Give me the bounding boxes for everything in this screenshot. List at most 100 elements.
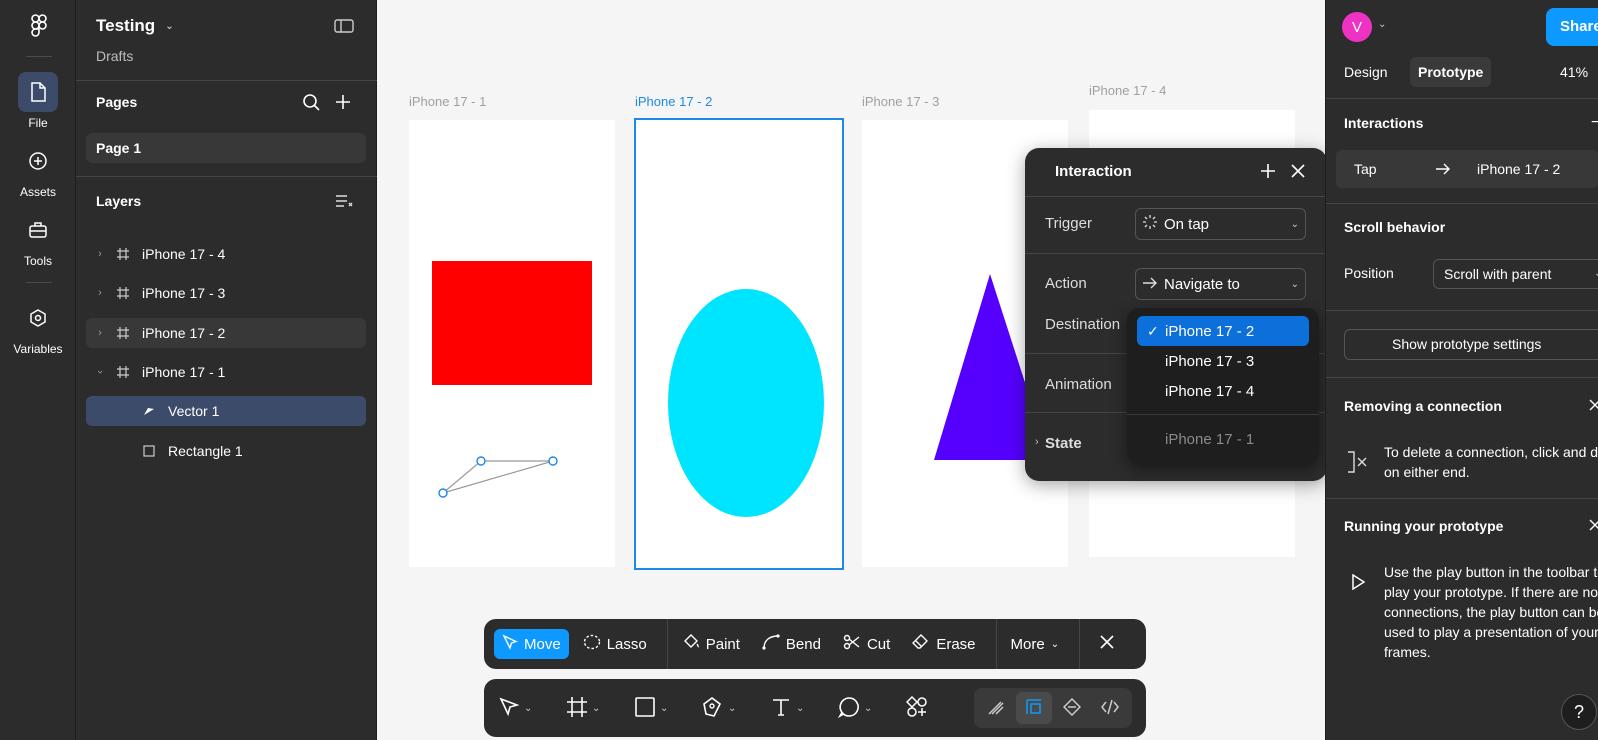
close-toolbar-button[interactable] [1092, 629, 1122, 659]
scroll-behavior-title: Scroll behavior [1344, 219, 1446, 235]
project-title[interactable]: Testing ⌄ [96, 16, 174, 36]
comment-tool[interactable]: ⌄ [837, 696, 906, 721]
close-icon[interactable] [1589, 398, 1598, 414]
add-interaction-icon[interactable]: − [1591, 114, 1598, 132]
figma-logo-icon[interactable] [28, 14, 50, 38]
frame-label[interactable]: iPhone 17 - 2 [635, 94, 712, 109]
pen-tool[interactable]: ⌄ [702, 696, 770, 721]
more-button[interactable]: More ⌄ [1003, 629, 1068, 659]
chevron-down-icon: ⌄ [1050, 638, 1060, 650]
chevron-right-icon[interactable]: › [90, 248, 110, 260]
add-interaction-icon[interactable] [1260, 163, 1276, 182]
text-icon [770, 696, 792, 721]
play-icon [1351, 573, 1366, 593]
rail-item-variables[interactable]: Variables [8, 298, 68, 356]
frame-label[interactable]: iPhone 17 - 1 [409, 94, 486, 109]
cut-button[interactable]: Cut [835, 629, 898, 659]
tab-prototype[interactable]: Prototype [1410, 57, 1492, 87]
page-item[interactable]: Page 1 [86, 133, 366, 163]
destination-option[interactable]: iPhone 17 - 3 [1137, 346, 1309, 376]
prototype-mode-button[interactable] [1054, 692, 1090, 724]
trigger-select[interactable]: On tap ⌄ [1135, 208, 1306, 240]
rail-item-label: Tools [23, 254, 52, 268]
zoom-level[interactable]: 41% [1552, 57, 1596, 87]
panel-divider [1326, 203, 1598, 204]
actions-tool[interactable] [905, 695, 974, 721]
layer-label: iPhone 17 - 4 [142, 246, 226, 262]
show-prototype-settings-button[interactable]: Show prototype settings [1344, 329, 1598, 360]
layer-item[interactable]: › iPhone 17 - 4 [86, 239, 366, 269]
chevron-down-icon[interactable]: ⌄ [728, 703, 736, 714]
rail-item-label: Variables [13, 342, 63, 356]
layer-item[interactable]: Vector 1 [86, 396, 366, 426]
position-select[interactable]: Scroll with parent ⌄ [1433, 259, 1598, 289]
frame-iphone-17-1[interactable] [409, 120, 615, 567]
text-tool[interactable]: ⌄ [770, 696, 838, 721]
comment-icon [837, 696, 860, 721]
action-select[interactable]: Navigate to ⌄ [1135, 268, 1306, 300]
paint-button[interactable]: Paint [674, 629, 748, 659]
red-rectangle[interactable] [432, 261, 592, 385]
vector-shape[interactable] [435, 431, 565, 501]
rail-divider [26, 282, 52, 283]
layers-title: Layers [96, 193, 142, 209]
dev-mode-button[interactable] [1092, 692, 1128, 724]
avatar[interactable]: V [1342, 12, 1372, 42]
layer-item[interactable]: › iPhone 17 - 1 [86, 357, 366, 387]
layer-item[interactable]: Rectangle 1 [86, 436, 366, 466]
search-pages-icon[interactable] [302, 93, 320, 114]
chevron-right-icon[interactable]: › [1035, 436, 1039, 448]
rail-item-tools[interactable]: Tools [8, 210, 68, 268]
chevron-down-icon[interactable]: ⌄ [592, 703, 600, 714]
erase-button[interactable]: Erase [904, 629, 983, 659]
lasso-button[interactable]: Lasso [575, 629, 655, 659]
frame-tool[interactable]: ⌄ [566, 696, 634, 721]
connection-row[interactable]: Tap iPhone 17 - 2 [1336, 150, 1598, 188]
move-button[interactable]: Move [494, 629, 569, 659]
removing-connection-title: Removing a connection [1344, 398, 1502, 414]
vector-edit-toolbar: Move Lasso Paint Bend Cut Erase More ⌄ [484, 619, 1146, 669]
help-button[interactable]: ? [1561, 694, 1597, 730]
cyan-ellipse[interactable] [668, 289, 824, 517]
destination-option[interactable]: iPhone 17 - 4 [1137, 376, 1309, 406]
design-mode-button[interactable] [1016, 692, 1052, 724]
design-mode-icon [1025, 698, 1043, 719]
chevron-right-icon[interactable]: › [90, 287, 110, 299]
action-label: Action [1045, 275, 1087, 292]
chevron-down-icon[interactable]: ⌄ [864, 703, 872, 714]
frame-label[interactable]: iPhone 17 - 4 [1089, 83, 1166, 98]
bend-button[interactable]: Bend [754, 629, 829, 659]
panel-divider [1326, 98, 1598, 99]
layers-options-icon[interactable] [335, 194, 353, 211]
chevron-down-icon[interactable]: ⌄ [660, 703, 668, 714]
destination-option[interactable]: ✓ iPhone 17 - 2 [1137, 316, 1309, 346]
chevron-down-icon: ⌄ [1594, 260, 1598, 288]
rail-item-assets[interactable]: Assets [8, 141, 68, 199]
chevron-down-icon[interactable]: ⌄ [796, 703, 804, 714]
share-button[interactable]: Share [1546, 8, 1598, 46]
chevron-right-icon[interactable]: › [90, 327, 110, 339]
shape-tool[interactable]: ⌄ [634, 696, 702, 721]
connection-trigger: Tap [1354, 161, 1377, 177]
frame-label[interactable]: iPhone 17 - 3 [862, 94, 939, 109]
layer-item[interactable]: › iPhone 17 - 3 [86, 278, 366, 308]
tab-design[interactable]: Design [1336, 57, 1396, 87]
move-tool[interactable]: ⌄ [498, 696, 566, 721]
chevron-down-icon[interactable]: › [94, 362, 106, 382]
draw-mode-button[interactable] [978, 692, 1014, 724]
arrow-right-icon [1142, 276, 1158, 293]
layer-item[interactable]: › iPhone 17 - 2 [86, 318, 366, 348]
rail-item-file[interactable]: File [8, 72, 68, 130]
frame-iphone-17-2[interactable] [634, 118, 844, 570]
state-label[interactable]: State [1045, 435, 1082, 452]
chevron-down-icon[interactable]: ⌄ [524, 703, 532, 714]
panel-divider [1326, 377, 1598, 378]
close-icon[interactable] [1589, 518, 1598, 534]
rectangle-icon [634, 696, 656, 721]
add-page-icon[interactable] [334, 93, 352, 114]
close-icon[interactable] [1290, 163, 1306, 182]
sidebar-toggle-icon[interactable] [334, 18, 354, 37]
scissors-icon [843, 634, 861, 654]
chevron-down-icon[interactable]: ⌄ [1378, 19, 1386, 30]
trigger-label: Trigger [1045, 215, 1092, 232]
